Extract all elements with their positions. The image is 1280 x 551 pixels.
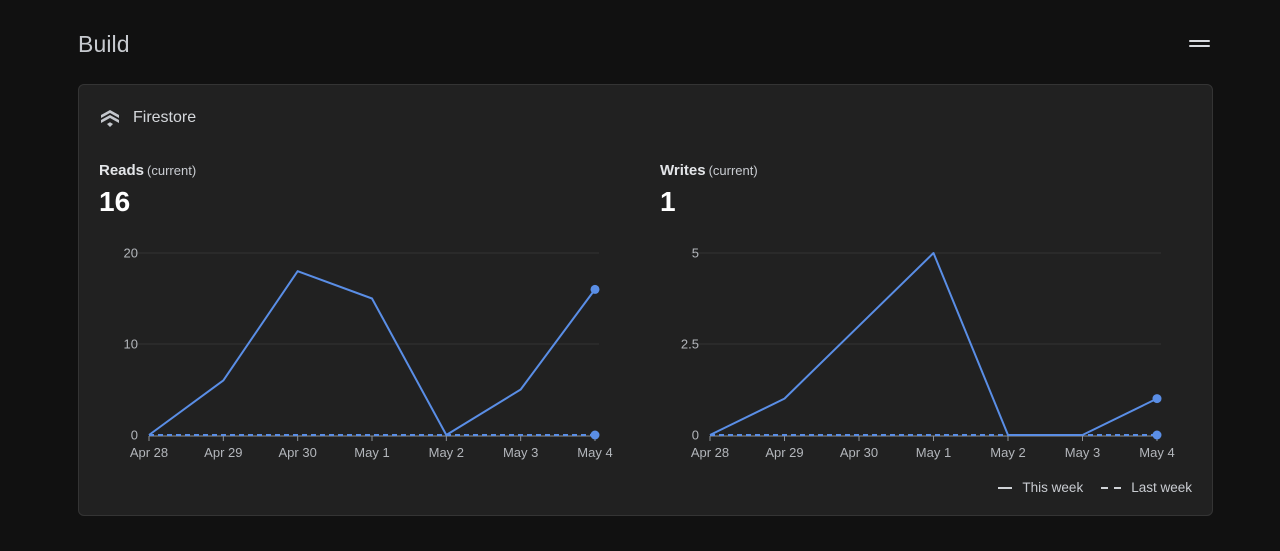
reads-y-tick-label: 0: [131, 428, 138, 443]
reads-y-tick-label: 20: [124, 246, 138, 261]
writes-y-tick-label: 2.5: [681, 337, 699, 352]
writes-x-tick-label: May 4: [1139, 445, 1174, 460]
reads-x-tick-label: May 3: [503, 445, 538, 460]
reads-this-week-endpoint: [590, 284, 600, 294]
writes-y-tick-label: 5: [692, 246, 699, 261]
legend-last-week-label: Last week: [1131, 480, 1192, 495]
reads-this-week-line: [148, 270, 596, 436]
section-title: Build: [78, 31, 130, 57]
writes-x-tick-label: Apr 29: [765, 445, 803, 460]
reads-y-tick-label: 10: [124, 337, 138, 352]
writes-x-tick-label: May 3: [1065, 445, 1100, 460]
charts-canvas: 0 10 20 Apr 28 Apr 29 Apr 30 May 1 May 2 May 3 Ma…: [124, 246, 1175, 461]
reads-x-tick-label: May 2: [429, 445, 464, 460]
writes-this-week-endpoint: [1152, 394, 1162, 404]
legend-dash-swatch: [1101, 486, 1124, 489]
writes-x-tick-label: Apr 30: [840, 445, 878, 460]
reads-x-tick-label: May 4: [577, 445, 612, 460]
writes-x-tick-label: May 2: [990, 445, 1025, 460]
writes-y-tick-label: 0: [692, 428, 699, 443]
menu-icon[interactable]: [1184, 34, 1214, 54]
reads-x-tick-label: May 1: [354, 445, 389, 460]
writes-x-tick-label: Apr 28: [691, 445, 729, 460]
legend-solid-swatch: [998, 486, 1013, 489]
reads-x-tick-label: Apr 29: [204, 445, 242, 460]
writes-x-tick-label: May 1: [916, 445, 951, 460]
writes-last-week-endpoint: [1152, 430, 1162, 440]
legend-last-week: Last week: [1101, 480, 1192, 495]
legend-this-week: This week: [998, 480, 1083, 495]
reads-x-tick-label: Apr 30: [279, 445, 317, 460]
firestore-card[interactable]: Firestore Reads (current) 16 Writes (curre…: [78, 84, 1213, 516]
chart-legend: This week Last week: [980, 480, 1192, 495]
reads-x-tick-label: Apr 28: [130, 445, 168, 460]
reads-last-week-endpoint: [590, 430, 600, 440]
legend-this-week-label: This week: [1022, 480, 1084, 495]
build-page: Build Firestore Reads (current) 16 Writes…: [0, 0, 1280, 551]
